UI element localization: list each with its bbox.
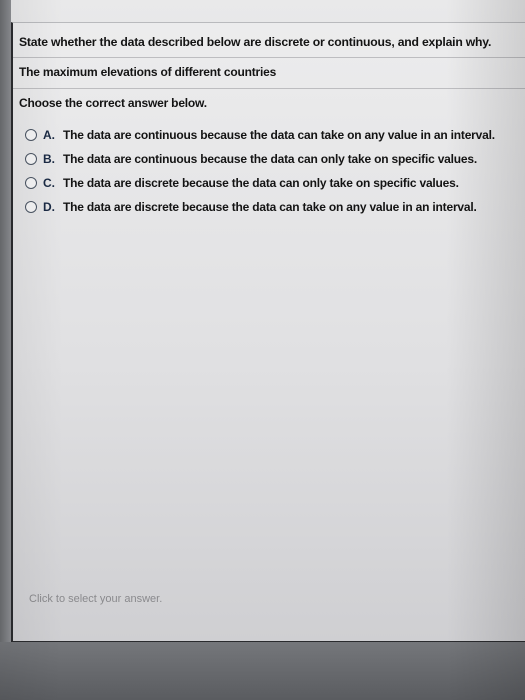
choice-letter: C.: [43, 176, 55, 190]
choice-a[interactable]: A. The data are continuous because the d…: [25, 123, 495, 147]
choice-d[interactable]: D. The data are discrete because the dat…: [25, 195, 495, 219]
choice-b[interactable]: B. The data are continuous because the d…: [25, 147, 495, 171]
answer-choices: A. The data are continuous because the d…: [25, 123, 495, 219]
choice-text[interactable]: The data are continuous because the data…: [63, 128, 495, 142]
select-answer-hint: Click to select your answer.: [29, 593, 163, 605]
radio-button-icon[interactable]: [25, 177, 37, 189]
radio-button-icon[interactable]: [25, 129, 37, 141]
choice-text[interactable]: The data are discrete because the data c…: [63, 200, 477, 214]
choice-c[interactable]: C. The data are discrete because the dat…: [25, 171, 495, 195]
divider: [13, 88, 525, 89]
divider: [13, 57, 525, 58]
choice-letter: A.: [43, 128, 55, 142]
choice-letter: B.: [43, 152, 55, 166]
radio-button-icon[interactable]: [25, 153, 37, 165]
question-panel: State whether the data described below a…: [11, 22, 525, 643]
answer-prompt: Choose the correct answer below.: [19, 96, 207, 110]
choice-letter: D.: [43, 200, 55, 214]
choice-text[interactable]: The data are discrete because the data c…: [63, 176, 459, 190]
question-instruction: State whether the data described below a…: [19, 35, 492, 49]
monitor-bezel-bottom: [0, 642, 525, 700]
radio-button-icon[interactable]: [25, 201, 37, 213]
screen: State whether the data described below a…: [0, 0, 525, 700]
question-subject: The maximum elevations of different coun…: [19, 65, 277, 79]
choice-text[interactable]: The data are continuous because the data…: [63, 152, 477, 166]
monitor-bezel-left: [0, 0, 11, 700]
